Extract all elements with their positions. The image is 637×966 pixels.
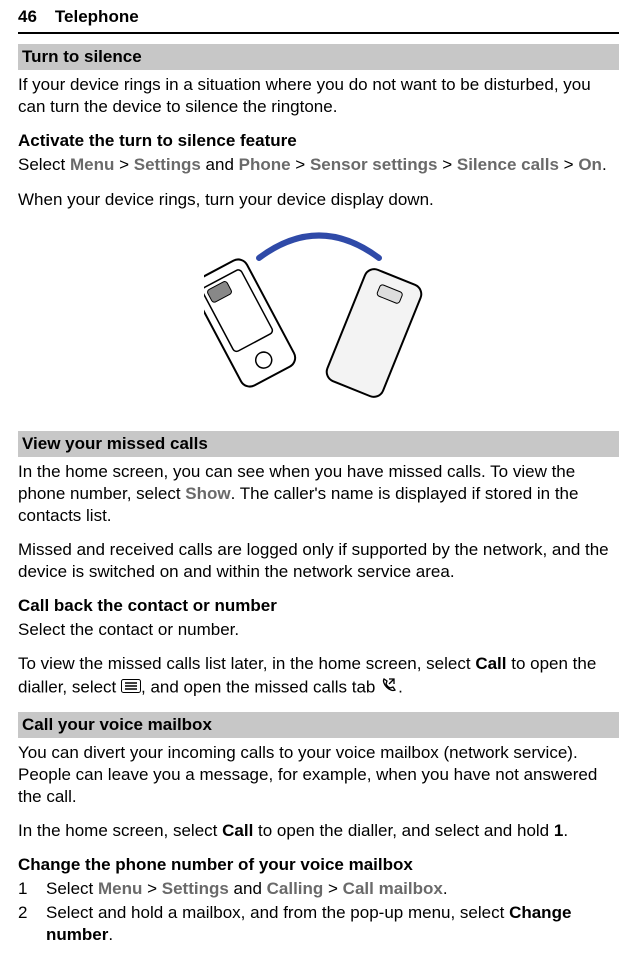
step-1: 1 Select Menu > Settings and Calling > C… xyxy=(18,878,619,900)
chapter-title: Telephone xyxy=(55,6,139,28)
step-number: 1 xyxy=(18,878,32,900)
paragraph: You can divert your incoming calls to yo… xyxy=(18,742,619,808)
text: Select xyxy=(18,155,70,174)
text: > xyxy=(291,155,310,174)
paragraph: Missed and received calls are logged onl… xyxy=(18,539,619,583)
nav-call: Call xyxy=(222,821,253,840)
text: To view the missed calls list later, in … xyxy=(18,654,475,673)
nav-menu: Menu xyxy=(98,879,142,898)
paragraph: In the home screen, select Call to open … xyxy=(18,820,619,842)
text: Select xyxy=(46,879,98,898)
paragraph: When your device rings, turn your device… xyxy=(18,189,619,211)
paragraph: To view the missed calls list later, in … xyxy=(18,653,619,699)
text: Select and hold a mailbox, and from the … xyxy=(46,903,509,922)
nav-show: Show xyxy=(185,484,230,503)
step-2: 2 Select and hold a mailbox, and from th… xyxy=(18,902,619,946)
text: > xyxy=(142,879,161,898)
paragraph: Select Menu > Settings and Phone > Senso… xyxy=(18,154,619,176)
nav-call-mailbox: Call mailbox xyxy=(343,879,443,898)
text: > xyxy=(559,155,578,174)
subheader-change-number: Change the phone number of your voice ma… xyxy=(18,854,619,876)
nav-menu: Menu xyxy=(70,155,114,174)
section-header-turn-to-silence: Turn to silence xyxy=(18,44,619,70)
subheader-call-back: Call back the contact or number xyxy=(18,595,619,617)
text: . xyxy=(443,879,448,898)
text: . xyxy=(108,925,113,944)
steps-list: 1 Select Menu > Settings and Calling > C… xyxy=(18,878,619,946)
text: , and open the missed calls tab xyxy=(141,677,380,696)
nav-on: On xyxy=(578,155,602,174)
text: > xyxy=(323,879,342,898)
nav-settings: Settings xyxy=(162,879,229,898)
nav-settings: Settings xyxy=(134,155,201,174)
text: . xyxy=(563,821,568,840)
text: and xyxy=(229,879,267,898)
text: . xyxy=(398,677,403,696)
step-body: Select and hold a mailbox, and from the … xyxy=(46,902,619,946)
subheader-activate: Activate the turn to silence feature xyxy=(18,130,619,152)
section-header-missed-calls: View your missed calls xyxy=(18,431,619,457)
text: and xyxy=(201,155,239,174)
text: In the home screen, select xyxy=(18,821,222,840)
page-container: 46 Telephone Turn to silence If your dev… xyxy=(0,0,637,966)
nav-phone: Phone xyxy=(239,155,291,174)
flip-phone-illustration xyxy=(18,223,619,413)
text: to open the dialler, and select and hold xyxy=(253,821,554,840)
page-header: 46 Telephone xyxy=(18,0,619,34)
nav-call: Call xyxy=(475,654,506,673)
nav-sensor-settings: Sensor settings xyxy=(310,155,438,174)
paragraph: If your device rings in a situation wher… xyxy=(18,74,619,118)
paragraph: Select the contact or number. xyxy=(18,619,619,641)
missed-calls-tab-icon xyxy=(380,676,398,700)
page-number: 46 xyxy=(18,6,37,28)
paragraph: In the home screen, you can see when you… xyxy=(18,461,619,527)
options-icon xyxy=(121,677,141,699)
section-header-voice-mailbox: Call your voice mailbox xyxy=(18,712,619,738)
step-body: Select Menu > Settings and Calling > Cal… xyxy=(46,878,448,900)
text: . xyxy=(602,155,607,174)
nav-silence-calls: Silence calls xyxy=(457,155,559,174)
step-number: 2 xyxy=(18,902,32,946)
text: > xyxy=(438,155,457,174)
key-1: 1 xyxy=(554,821,563,840)
text: > xyxy=(114,155,133,174)
nav-calling: Calling xyxy=(267,879,324,898)
